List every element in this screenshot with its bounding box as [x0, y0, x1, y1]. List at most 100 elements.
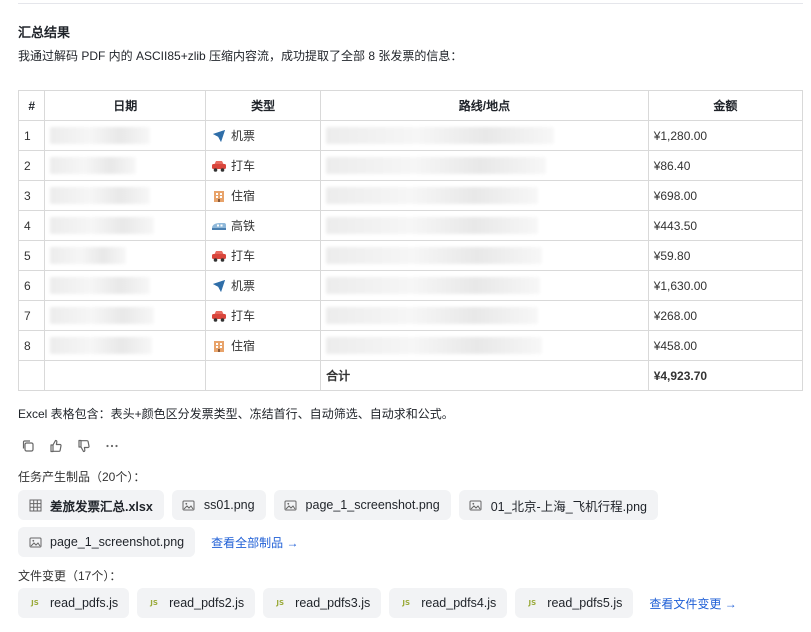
table-row: 4 高铁 ¥443.50: [17, 210, 804, 241]
redacted-date: [50, 127, 151, 144]
file-name: read_pdfs5.js: [547, 596, 623, 610]
type-cell: 打车: [204, 300, 322, 331]
header-route: 路线/地点: [320, 90, 649, 121]
date-cell: [44, 240, 206, 271]
view-file-changes-link[interactable]: 查看文件变更 →: [641, 595, 736, 612]
redacted-date: [50, 157, 137, 174]
date-cell: [44, 300, 206, 331]
artifacts-row-2: page_1_screenshot.png 查看全部制品 →: [18, 527, 298, 557]
route-cell: [320, 120, 649, 151]
hotel-icon: [211, 338, 227, 354]
view-all-artifacts-link[interactable]: 查看全部制品 →: [203, 534, 298, 551]
redacted-date: [50, 307, 155, 324]
amount-cell: ¥443.50: [647, 210, 804, 241]
file-change-chip[interactable]: JS read_pdfs2.js: [137, 588, 256, 618]
header-type: 类型: [204, 90, 322, 121]
image-icon: [182, 498, 196, 512]
date-cell: [44, 270, 206, 301]
row-number: 5: [17, 240, 46, 271]
image-icon: [469, 498, 483, 512]
row-number: 2: [17, 150, 46, 181]
header-amount: 金额: [647, 90, 804, 121]
file-name: read_pdfs3.js: [295, 596, 371, 610]
top-divider: [18, 3, 803, 4]
date-cell: [44, 180, 206, 211]
artifact-chip[interactable]: ss01.png: [171, 490, 266, 520]
redacted-route: [326, 337, 543, 354]
file-change-chip[interactable]: JS read_pdfs5.js: [515, 588, 634, 618]
artifact-name: page_1_screenshot.png: [305, 498, 440, 512]
redacted-route: [326, 127, 555, 144]
artifact-name: 差旅发票汇总.xlsx: [50, 499, 153, 514]
js-file-icon: JS: [150, 599, 158, 607]
js-file-icon: JS: [276, 599, 284, 607]
redacted-route: [326, 157, 547, 174]
header-no: #: [17, 90, 46, 121]
redacted-route: [326, 187, 539, 204]
redacted-date: [50, 337, 153, 354]
car-icon: [211, 248, 227, 264]
more-icon[interactable]: [104, 438, 120, 454]
row-number: 4: [17, 210, 46, 241]
type-cell: 机票: [204, 270, 322, 301]
artifact-chip[interactable]: page_1_screenshot.png: [273, 490, 451, 520]
thumbs-down-icon[interactable]: [76, 438, 92, 454]
type-label: 住宿: [231, 189, 256, 203]
type-label: 机票: [231, 279, 256, 293]
route-cell: [320, 180, 649, 211]
spreadsheet-icon: [28, 498, 42, 512]
message-actions: [20, 438, 120, 454]
table-row: 2 打车 ¥86.40: [17, 150, 804, 181]
image-icon: [28, 535, 42, 549]
js-file-icon: JS: [31, 599, 39, 607]
file-change-chip[interactable]: JS read_pdfs3.js: [263, 588, 382, 618]
js-file-icon: JS: [402, 599, 411, 607]
date-cell: [44, 210, 206, 241]
artifact-chip[interactable]: 差旅发票汇总.xlsx: [18, 490, 164, 520]
intro-text: 我通过解码 PDF 内的 ASCII85+zlib 压缩内容流，成功提取了全部 …: [18, 49, 463, 63]
redacted-route: [326, 307, 539, 324]
section-heading: 汇总结果: [18, 25, 71, 40]
redacted-date: [50, 277, 151, 294]
route-cell: [320, 300, 649, 331]
amount-cell: ¥1,280.00: [647, 120, 804, 151]
type-label: 打车: [231, 309, 256, 323]
table-row: 5 打车 ¥59.80: [17, 240, 804, 271]
type-label: 高铁: [231, 219, 256, 233]
file-name: read_pdfs4.js: [421, 596, 497, 610]
artifact-chip[interactable]: 01_北京-上海_飞机行程.png: [458, 490, 658, 520]
table-header-row: # 日期 类型 路线/地点 金额: [17, 90, 804, 121]
row-number: 3: [17, 180, 46, 211]
file-changes-row: JS read_pdfs.js JS read_pdfs2.js JS read_pdfs…: [18, 588, 737, 618]
artifacts-row-1: 差旅发票汇总.xlsx ss01.png page_1_screenshot.png…: [18, 490, 658, 520]
route-cell: [320, 240, 649, 271]
amount-cell: ¥698.00: [647, 180, 804, 211]
type-cell: 打车: [204, 240, 322, 271]
type-cell: 打车: [204, 150, 322, 181]
date-cell: [44, 150, 206, 181]
artifact-name: ss01.png: [203, 498, 255, 512]
total-label: 合计: [320, 360, 649, 391]
redacted-date: [50, 187, 151, 204]
table-row: 6 机票 ¥1,630.00: [17, 270, 804, 301]
artifact-name: 01_北京-上海_飞机行程.png: [490, 499, 647, 514]
car-icon: [211, 308, 227, 324]
type-label: 机票: [231, 129, 256, 143]
artifact-name: page_1_screenshot.png: [50, 535, 185, 549]
file-change-chip[interactable]: JS read_pdfs4.js: [389, 588, 508, 618]
redacted-route: [326, 217, 539, 234]
redacted-route: [326, 277, 541, 294]
file-changes-label: 文件变更（17个）：: [18, 569, 122, 583]
copy-icon[interactable]: [20, 438, 36, 454]
amount-cell: ¥59.80: [647, 240, 804, 271]
image-icon: [284, 498, 298, 512]
thumbs-up-icon[interactable]: [48, 438, 64, 454]
type-cell: 住宿: [204, 180, 322, 211]
artifact-chip[interactable]: page_1_screenshot.png: [18, 527, 196, 557]
table-row: 8 住宿 ¥458.00: [17, 330, 804, 361]
row-number: 6: [17, 270, 46, 301]
redacted-date: [50, 217, 155, 234]
redacted-route: [326, 247, 543, 264]
file-name: read_pdfs2.js: [169, 596, 245, 610]
file-change-chip[interactable]: JS read_pdfs.js: [18, 588, 130, 618]
